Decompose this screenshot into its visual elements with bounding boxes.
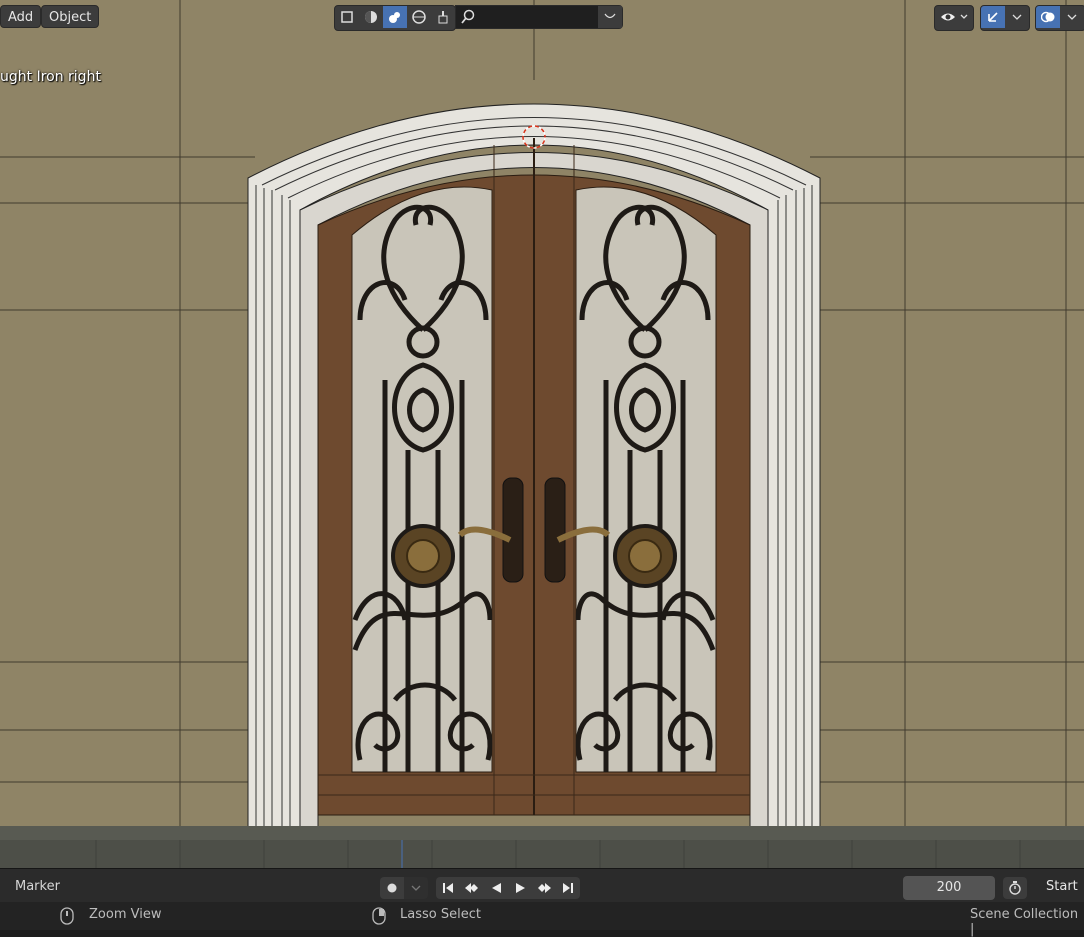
active-object-name: ught Iron right: [0, 69, 101, 85]
play-reverse-button[interactable]: [484, 877, 508, 899]
timeline-header: Marker 200 Start: [0, 868, 1084, 903]
chevron-down-icon: [411, 885, 421, 891]
visibility-icon[interactable]: [935, 6, 973, 28]
3d-viewport[interactable]: Add Object ught Iron right: [0, 0, 1084, 868]
chevron-down-icon[interactable]: [1005, 6, 1029, 28]
mouse-right-icon: [372, 907, 386, 925]
paint-icon[interactable]: [431, 6, 455, 28]
timeline-strip[interactable]: [0, 840, 1084, 868]
mouse-middle-icon: [60, 907, 74, 925]
stopwatch-icon[interactable]: [1003, 877, 1027, 899]
floor: [0, 826, 1084, 840]
current-frame-field[interactable]: 200: [903, 876, 995, 900]
jump-keyframe-forward-button[interactable]: [532, 877, 556, 899]
search-icon: [460, 9, 476, 29]
shading-mode-switcher[interactable]: [334, 5, 456, 31]
rendered-shading-icon[interactable]: [407, 6, 431, 28]
gizmo-dropdown[interactable]: [980, 5, 1030, 31]
viewport-search-field[interactable]: [455, 5, 623, 29]
jump-start-button[interactable]: [436, 877, 460, 899]
chevron-down-icon[interactable]: [598, 6, 622, 28]
wireframe-shading-icon[interactable]: [335, 6, 359, 28]
auto-keying-button[interactable]: [380, 877, 404, 899]
overlay-icon[interactable]: [1036, 6, 1060, 28]
prev-keyframe-icon: [465, 883, 478, 893]
solid-shading-icon[interactable]: [359, 6, 383, 28]
keying-dropdown[interactable]: [404, 877, 428, 899]
jump-to-end-icon: [563, 883, 573, 893]
door-scene: [0, 0, 1084, 841]
chevron-down-icon[interactable]: [1060, 6, 1084, 28]
play-icon: [516, 883, 525, 893]
marker-menu[interactable]: Marker: [15, 879, 60, 894]
lasso-select-hint: Lasso Select: [400, 907, 481, 922]
jump-end-button[interactable]: [556, 877, 580, 899]
scene-collection-info: Scene Collection |: [970, 907, 1079, 937]
zoom-view-hint: Zoom View: [89, 907, 162, 922]
overlay-dropdown[interactable]: [1035, 5, 1084, 31]
lion-knocker-right: [613, 524, 677, 588]
lion-knocker-left: [391, 524, 455, 588]
jump-to-start-icon: [443, 883, 453, 893]
start-frame-label: Start: [1046, 879, 1078, 894]
gizmo-icon[interactable]: [981, 6, 1005, 28]
material-shading-icon[interactable]: [383, 6, 407, 28]
visibility-dropdown[interactable]: [934, 5, 974, 31]
add-menu-button[interactable]: Add: [0, 5, 42, 28]
next-keyframe-icon: [538, 883, 551, 893]
jump-keyframe-back-button[interactable]: [460, 877, 484, 899]
status-bar: Zoom View Lasso Select Scene Collection …: [0, 902, 1084, 937]
object-menu-button[interactable]: Object: [41, 5, 100, 28]
play-reverse-icon: [492, 883, 501, 893]
play-button[interactable]: [508, 877, 532, 899]
